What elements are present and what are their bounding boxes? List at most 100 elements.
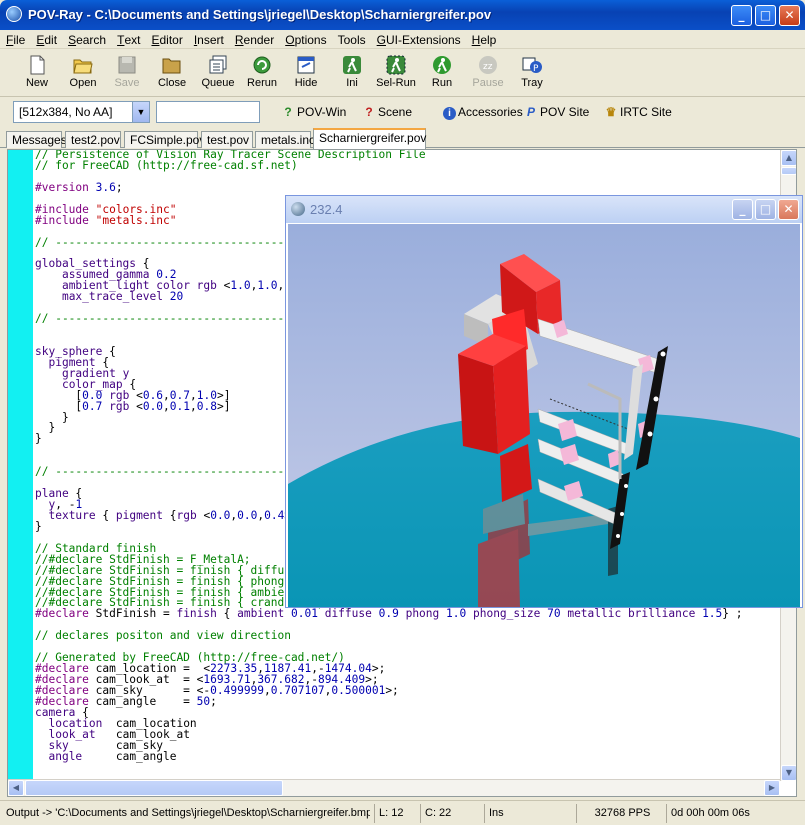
tab-messages[interactable]: Messages — [6, 131, 67, 148]
menu-mnemonic: F — [6, 33, 14, 47]
menu-item-search[interactable]: Search — [62, 30, 111, 47]
new-button[interactable]: New — [14, 52, 60, 94]
menu-label: Tools — [337, 33, 366, 47]
menu-item-editor[interactable]: Editor — [145, 30, 187, 47]
menu-item-render[interactable]: Render — [229, 30, 279, 47]
save-button[interactable]: Save — [104, 52, 150, 94]
code-token: 0.0 — [237, 508, 258, 522]
code-token: phong_size — [472, 607, 541, 621]
code-token: } ; — [722, 607, 743, 621]
horizontal-scrollbar[interactable]: ◀ ▶ — [8, 779, 780, 796]
render-window-title-bar: 232.4 _ □ ✕ — [286, 196, 802, 223]
menu-item-help[interactable]: Help — [466, 30, 502, 47]
render-maximize-button[interactable]: □ — [755, 199, 776, 220]
code-token: // declares positon and view direction — [35, 629, 291, 643]
ini-button[interactable]: Ini — [329, 52, 375, 94]
pov-win-help-button[interactable]: ? POV-Win — [281, 105, 346, 119]
status-insert-mode: Ins — [484, 804, 574, 823]
rerun-icon — [252, 55, 272, 75]
code-token: max_trace_level — [61, 290, 163, 304]
scroll-up-icon[interactable]: ▲ — [781, 150, 796, 166]
new-file-icon — [27, 55, 47, 75]
menu-mnemonic: G — [376, 33, 386, 47]
rendered-image — [288, 224, 800, 607]
code-token: < — [129, 399, 143, 413]
code-token: ; — [115, 180, 123, 194]
run-button[interactable]: Run — [419, 52, 465, 94]
code-token: phong — [405, 607, 440, 621]
menu-item-text[interactable]: Text — [111, 30, 145, 47]
resolution-select[interactable]: [512x384, No AA] ▼ — [13, 101, 150, 123]
menu-item-insert[interactable]: Insert — [188, 30, 229, 47]
render-window[interactable]: 232.4 _ □ ✕ — [285, 195, 803, 608]
accessories-button[interactable]: i Accessories — [443, 105, 523, 120]
queue-button[interactable]: Queue — [195, 52, 241, 94]
scene-help-button[interactable]: ? Scene — [362, 105, 412, 119]
menu-item-gui-extensions[interactable]: GUI-Extensions — [371, 30, 466, 47]
code-token: 0.0 — [210, 508, 231, 522]
close-button[interactable]: ✕ — [779, 5, 800, 26]
menu-label: ile — [13, 33, 26, 47]
status-line: L: 12 — [374, 804, 416, 823]
resolution-value: [512x384, No AA] — [19, 105, 113, 119]
close-file-button[interactable]: Close — [149, 52, 195, 94]
scroll-left-icon[interactable]: ◀ — [8, 780, 24, 796]
tray-button[interactable]: P Tray — [509, 52, 555, 94]
menu-label: elp — [480, 33, 497, 47]
code-token: , — [190, 399, 197, 413]
command-line-input[interactable] — [156, 101, 260, 123]
maximize-button[interactable]: □ — [755, 5, 776, 26]
irtc-site-button[interactable]: ♛ IRTC Site — [604, 105, 672, 119]
horizontal-scroll-thumb[interactable] — [25, 780, 283, 796]
tab-fcsimple-pov[interactable]: FCSimple.pov — [124, 131, 205, 148]
scroll-right-icon[interactable]: ▶ — [764, 780, 780, 796]
file-tabs: Messages test2.pov FCSimple.pov test.pov met… — [0, 128, 805, 149]
code-token: >] — [216, 399, 231, 413]
sel-run-button[interactable]: Sel-Run — [373, 52, 419, 94]
hide-window-icon — [296, 55, 316, 75]
menu-bar: File Edit Search Text Editor Insert Render Opti… — [0, 30, 805, 49]
pov-site-button[interactable]: P POV Site — [524, 105, 589, 119]
editor-gutter — [8, 150, 33, 781]
render-minimize-button[interactable]: _ — [732, 199, 753, 220]
run-label: Run — [431, 77, 453, 89]
tab-scharniergreifer-pov[interactable]: Scharniergreifer.pov — [313, 128, 426, 149]
tab-test2-pov[interactable]: test2.pov — [65, 131, 121, 148]
code-line: #declare cam_angle = 50; — [35, 696, 743, 708]
code-line: // declares positon and view direction — [35, 629, 743, 643]
code-token: 1.0 — [257, 279, 278, 293]
menu-item-edit[interactable]: Edit — [30, 30, 62, 47]
sel-run-label: Sel-Run — [376, 77, 416, 89]
code-token: } — [35, 519, 42, 533]
question-green-icon: ? — [284, 105, 292, 119]
status-output-path: Output -> 'C:\Documents and Settings\jri… — [6, 807, 370, 819]
status-pps: 32768 PPS — [576, 804, 664, 823]
status-column: C: 22 — [420, 804, 482, 823]
tab-metals-inc[interactable]: metals.inc — [255, 131, 315, 148]
code-token: >; — [385, 683, 399, 697]
code-token: 20 — [169, 290, 184, 304]
code-token: 70 — [547, 607, 561, 621]
menu-item-options[interactable]: Options — [279, 30, 331, 47]
code-token: , — [264, 683, 271, 697]
open-button[interactable]: Open — [60, 52, 106, 94]
menu-item-file[interactable]: File — [0, 30, 30, 47]
tab-test-pov[interactable]: test.pov — [201, 131, 253, 148]
menu-mnemonic: R — [234, 33, 244, 47]
menu-item-tools[interactable]: Tools — [332, 30, 371, 47]
render-close-button[interactable]: ✕ — [778, 199, 799, 220]
hide-button[interactable]: Hide — [283, 52, 329, 94]
chevron-down-icon[interactable]: ▼ — [132, 102, 149, 122]
open-folder-icon — [73, 55, 93, 75]
rerun-button[interactable]: Rerun — [239, 52, 285, 94]
rerun-label: Rerun — [247, 77, 277, 89]
scroll-down-icon[interactable]: ▼ — [781, 765, 796, 781]
code-token: 0.8 — [196, 399, 217, 413]
vertical-scroll-thumb[interactable] — [781, 167, 796, 175]
minimize-button[interactable]: _ — [731, 5, 752, 26]
pause-button[interactable]: zz Pause — [465, 52, 511, 94]
close-label: Close — [157, 77, 187, 89]
code-line: #version 3.6; — [35, 180, 743, 194]
